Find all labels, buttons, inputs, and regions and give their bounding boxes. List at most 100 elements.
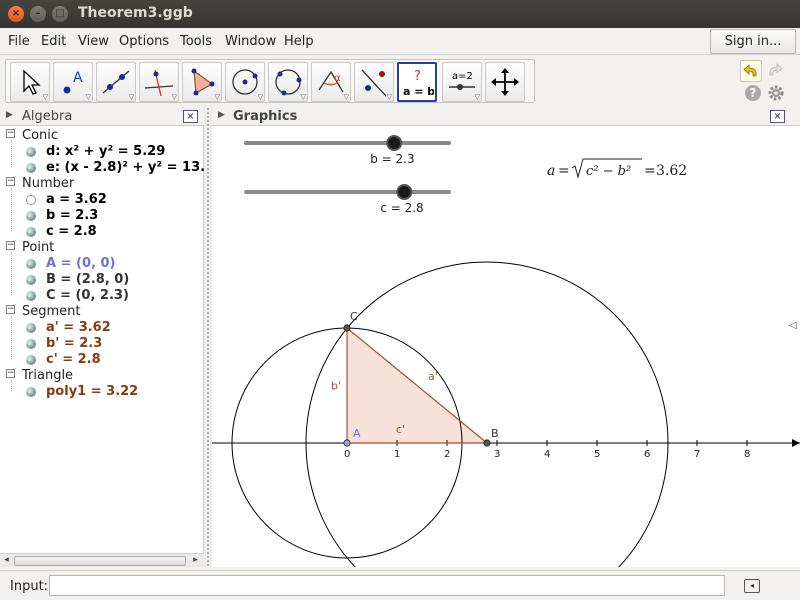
panel-splitter[interactable] (204, 107, 212, 567)
visibility-toggle-icon[interactable] (26, 195, 36, 205)
menu-view[interactable]: View (78, 34, 109, 49)
point-A[interactable] (343, 439, 351, 447)
collapse-toggle-icon[interactable]: − (6, 177, 15, 186)
splitter-grip (206, 107, 210, 567)
chevron-down-icon: ▽ (128, 93, 134, 101)
visibility-toggle-icon[interactable] (26, 339, 36, 349)
algebra-object-text: poly1 = 3.22 (46, 384, 139, 399)
visibility-toggle-icon[interactable] (26, 275, 36, 285)
visibility-toggle-icon[interactable] (26, 259, 36, 269)
menu-help[interactable]: Help (284, 34, 314, 49)
window-title: Theorem3.ggb (78, 5, 193, 21)
point-C[interactable] (343, 324, 351, 332)
algebra-object-text: B = (2.8, 0) (46, 272, 130, 287)
angle-tool-button[interactable]: α ▽ (311, 62, 351, 102)
formula-equals: = (558, 163, 570, 179)
line-icon (102, 70, 130, 94)
expand-side-panel-icon[interactable]: ◁ (789, 320, 797, 331)
scroll-right-arrow-icon[interactable]: ▸ (190, 555, 201, 566)
visibility-toggle-icon[interactable] (26, 163, 36, 173)
visibility-toggle-icon[interactable] (26, 323, 36, 333)
visibility-toggle-icon[interactable] (26, 291, 36, 301)
point-tool-button[interactable]: A ▽ (53, 62, 93, 102)
polygon-tool-button[interactable]: ▽ (182, 62, 222, 102)
x-axis-tick-label: 1 (394, 449, 400, 460)
circle-three-points-tool-button[interactable]: ▽ (268, 62, 308, 102)
graphics-canvas[interactable]: 0 1 2 3 4 5 6 7 8 a' b' c' A B C b = 2.3 c = 2.8 a = c²… (212, 127, 800, 567)
x-axis-tick-label: 2 (444, 449, 450, 460)
scroll-left-arrow-icon[interactable]: ◂ (1, 555, 12, 566)
collapse-toggle-icon[interactable]: − (6, 129, 15, 138)
point-B[interactable] (483, 439, 491, 447)
algebra-object-text: c = 2.8 (46, 224, 97, 239)
algebra-category-label: Point (22, 240, 55, 255)
algebra-category-label: Segment (22, 304, 81, 319)
algebra-horizontal-scrollbar[interactable]: ◂ ▸ (0, 553, 204, 567)
sign-in-button[interactable]: Sign in... (710, 29, 796, 54)
maximize-window-button[interactable]: □ (52, 6, 68, 22)
visibility-toggle-icon[interactable] (26, 147, 36, 157)
algebra-object-text: a' = 3.62 (46, 320, 111, 335)
minimize-window-button[interactable]: – (30, 6, 46, 22)
input-field[interactable] (49, 575, 725, 596)
line-tool-button[interactable]: ▽ (96, 62, 136, 102)
slider-tool-button[interactable]: a=2 ▽ (442, 62, 482, 102)
collapse-toggle-icon[interactable]: − (6, 241, 15, 250)
menu-edit[interactable]: Edit (41, 34, 66, 49)
visibility-toggle-icon[interactable] (26, 227, 36, 237)
sliders-layer: b = 2.3 c = 2.8 (244, 135, 451, 215)
panel-collapse-arrow-icon[interactable]: ▶ (218, 110, 225, 120)
help-icon[interactable]: ? (745, 85, 761, 101)
circle-center-point-tool-button[interactable]: ▽ (225, 62, 265, 102)
menu-window[interactable]: Window (225, 34, 276, 49)
perpendicular-line-tool-button[interactable]: ▽ (139, 62, 179, 102)
slider-icon: a=2 (449, 71, 475, 90)
collapse-toggle-icon[interactable]: − (6, 369, 15, 378)
perpendicular-line-icon (144, 69, 174, 97)
polygon-icon (191, 68, 215, 96)
visibility-toggle-icon[interactable] (26, 355, 36, 365)
gear-icon[interactable] (767, 84, 785, 102)
segment-label: b' (331, 380, 341, 393)
panel-collapse-arrow-icon[interactable]: ▶ (6, 110, 13, 120)
algebra-category-label: Conic (22, 128, 59, 143)
menu-options[interactable]: Options (119, 34, 169, 49)
algebra-view-title: Algebra (22, 109, 73, 124)
formula-lhs: a (547, 163, 555, 179)
algebra-object-text: b = 2.3 (46, 208, 99, 223)
x-axis-arrow-icon (792, 439, 800, 447)
input-help-icon[interactable]: ◂ (744, 579, 760, 593)
x-axis-tick-label: 8 (744, 449, 750, 460)
move-graphics-view-tool-button[interactable] (485, 62, 525, 102)
redo-button[interactable] (765, 60, 787, 82)
graphics-view-title: Graphics (233, 109, 298, 124)
menu-tools[interactable]: Tools (180, 34, 212, 49)
text-tool-equation: a = b (403, 85, 434, 98)
point-tool-label: A (73, 70, 83, 86)
close-window-button[interactable]: × (8, 6, 24, 22)
segment-label: c' (396, 423, 405, 436)
settings-gear-glyph (768, 85, 784, 101)
reflect-tool-button[interactable]: ▽ (354, 62, 394, 102)
collapse-toggle-icon[interactable]: − (6, 305, 15, 314)
move-tool-button[interactable]: ▽ (10, 62, 50, 102)
algebra-object-text: b' = 2.3 (46, 336, 103, 351)
graphics-view[interactable]: ▶ Graphics × 0 1 2 3 4 5 6 7 8 a' b' c' A B C b = 2.3 c… (212, 107, 800, 567)
undo-button[interactable] (740, 60, 762, 82)
close-graphics-view-button[interactable]: × (770, 110, 785, 123)
formula-text[interactable]: a = c² − b² = 3.62 (547, 158, 687, 179)
visibility-toggle-icon[interactable] (26, 387, 36, 397)
chevron-down-icon: ▽ (343, 93, 349, 101)
formula-sqrt-body: c² − b² (586, 164, 631, 179)
slider-b-knob[interactable] (386, 135, 403, 151)
algebra-object-text: d: x² + y² = 5.29 (46, 144, 166, 159)
algebra-object-text: e: (x - 2.8)² + y² = 13.11 (46, 160, 224, 175)
menu-file[interactable]: File (8, 34, 30, 49)
slider-c-knob[interactable] (396, 184, 413, 200)
scrollbar-thumb[interactable] (14, 556, 186, 566)
algebra-view-header: ▶ Algebra × (0, 107, 204, 126)
visibility-toggle-icon[interactable] (26, 211, 36, 221)
close-algebra-view-button[interactable]: × (183, 110, 198, 123)
x-axis-tick-label: 3 (494, 449, 500, 460)
text-tool-button[interactable]: ? a = b (397, 62, 437, 102)
